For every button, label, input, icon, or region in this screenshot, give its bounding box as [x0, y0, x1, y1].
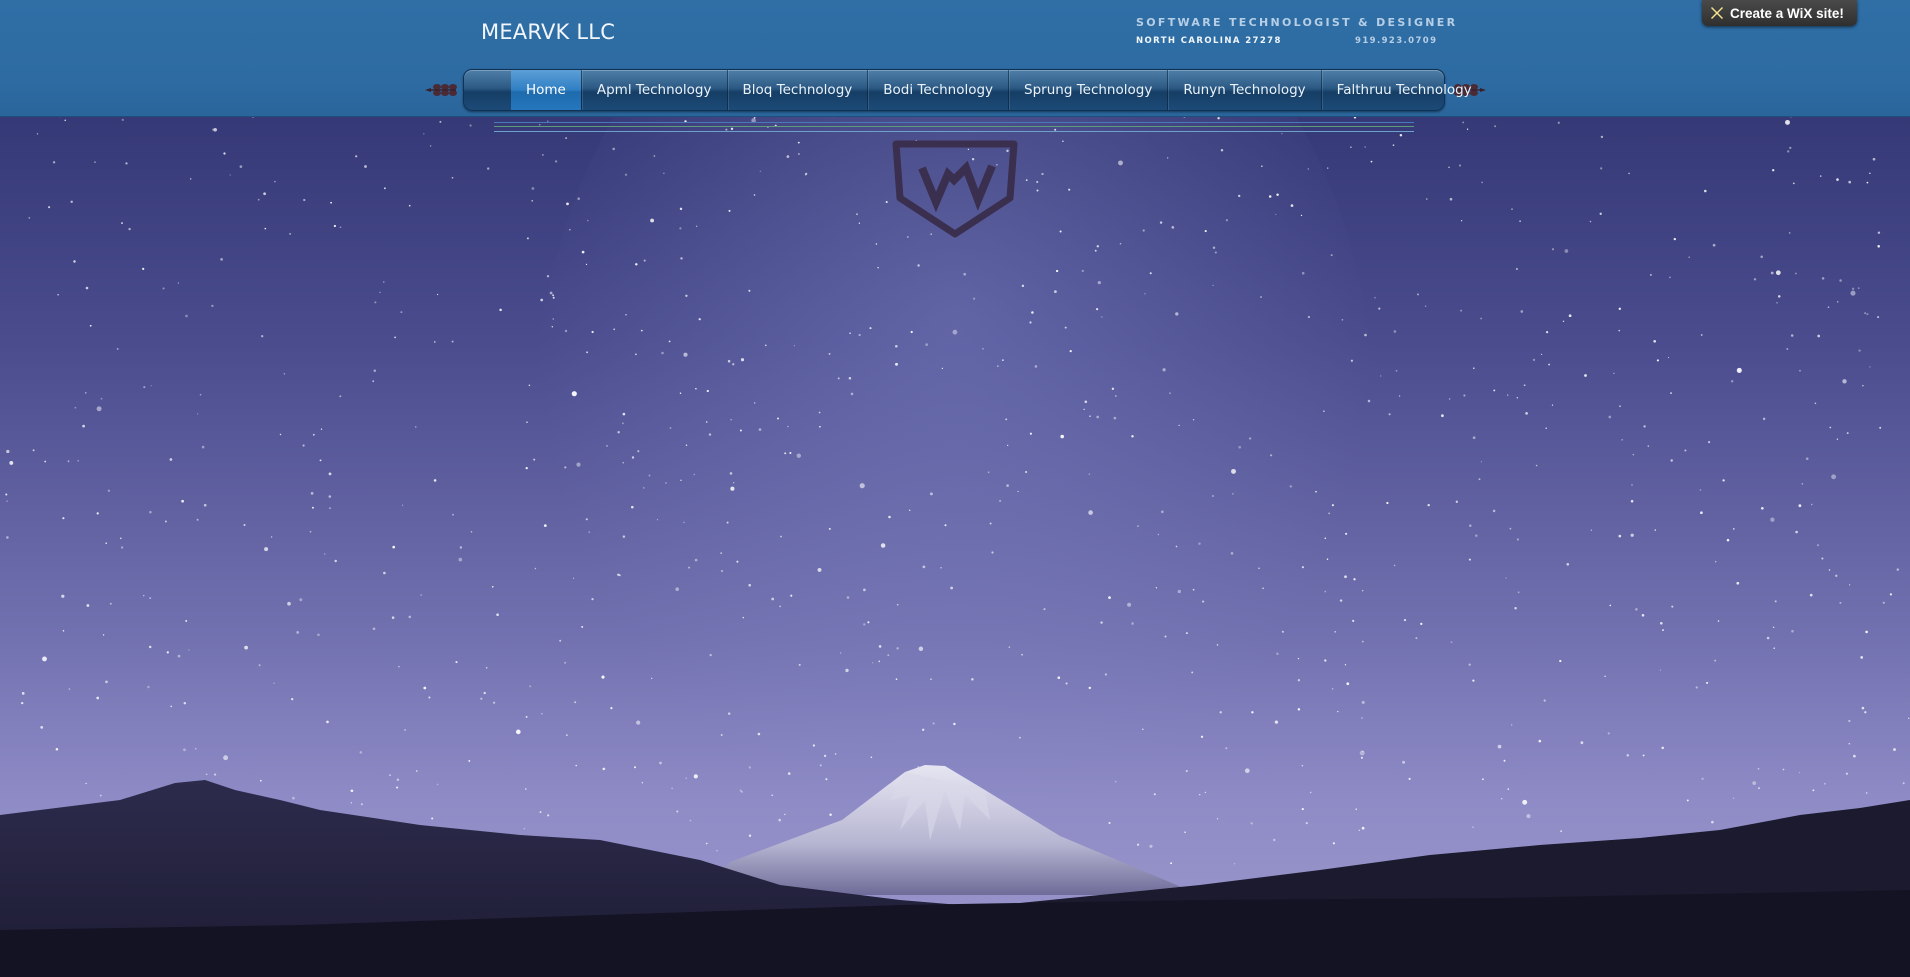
- phone-number: 919.923.0709: [1355, 36, 1438, 46]
- wix-badge-label: Create a WiX site!: [1730, 5, 1844, 21]
- vv-shield-logo-icon: [892, 140, 1018, 238]
- nav-item-falthruu-technology[interactable]: Falthruu Technology: [1320, 70, 1487, 110]
- nav-item-runyn-technology[interactable]: Runyn Technology: [1167, 70, 1320, 110]
- header-divider: [494, 122, 1414, 132]
- nav-ornament-left-icon: [425, 84, 457, 96]
- wix-star-icon: [1711, 7, 1723, 19]
- tagline: SOFTWARE TECHNOLOGIST & DESIGNER: [1136, 16, 1458, 29]
- nav-item-sprung-technology[interactable]: Sprung Technology: [1008, 70, 1167, 110]
- nav-item-bloq-technology[interactable]: Bloq Technology: [726, 70, 868, 110]
- nav-item-bodi-technology[interactable]: Bodi Technology: [867, 70, 1008, 110]
- page: MEARVK LLC SOFTWARE TECHNOLOGIST & DESIG…: [0, 0, 1910, 977]
- location-text: NORTH CAROLINA 27278: [1136, 36, 1282, 46]
- nav-item-apml-technology[interactable]: Apml Technology: [580, 70, 727, 110]
- main-nav: Home Apml Technology Bloq Technology Bod…: [463, 69, 1472, 111]
- create-wix-site-button[interactable]: Create a WiX site!: [1702, 0, 1857, 26]
- site-title[interactable]: MEARVK LLC: [481, 20, 615, 44]
- nav-item-home[interactable]: Home: [511, 70, 581, 110]
